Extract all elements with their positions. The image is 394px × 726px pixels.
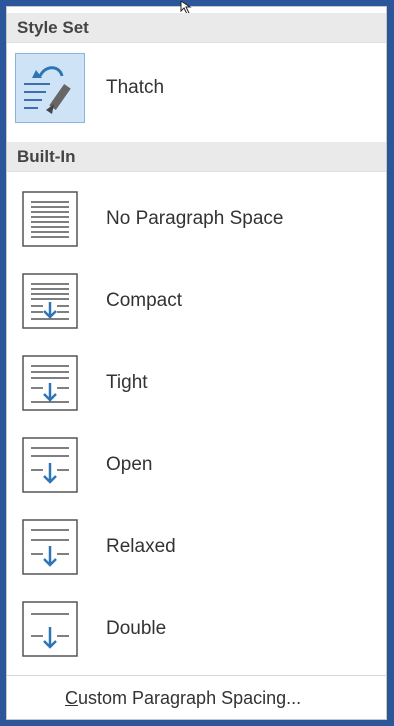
built-in-header: Built-In bbox=[7, 142, 386, 172]
menu-item-label: No Paragraph Space bbox=[106, 208, 284, 229]
menu-item-relaxed[interactable]: Relaxed bbox=[7, 506, 386, 588]
style-set-header: Style Set bbox=[7, 13, 386, 43]
menu-item-label: Thatch bbox=[106, 77, 165, 98]
menu-item-label: Double bbox=[106, 618, 167, 639]
menu-item-label: Compact bbox=[106, 290, 183, 311]
menu-item-label: Open bbox=[106, 454, 153, 475]
menu-item-compact[interactable]: Compact bbox=[7, 260, 386, 342]
menu-item-label: Tight bbox=[106, 372, 148, 393]
custom-paragraph-spacing-button[interactable]: Custom Paragraph Spacing... bbox=[7, 676, 386, 720]
open-spacing-icon bbox=[15, 430, 85, 500]
menu-item-no-paragraph-space[interactable]: No Paragraph Space bbox=[7, 178, 386, 260]
menu-item-label: Relaxed bbox=[106, 536, 176, 557]
custom-paragraph-spacing-label: ustom Paragraph Spacing... bbox=[78, 688, 302, 708]
relaxed-spacing-icon bbox=[15, 512, 85, 582]
menu-item-double[interactable]: Double bbox=[7, 588, 386, 670]
tight-spacing-icon bbox=[15, 348, 85, 418]
no-paragraph-space-icon bbox=[15, 184, 85, 254]
menu-item-thatch[interactable]: Thatch bbox=[7, 47, 386, 129]
menu-item-open[interactable]: Open bbox=[7, 424, 386, 506]
menu-item-tight[interactable]: Tight bbox=[7, 342, 386, 424]
double-spacing-icon bbox=[15, 594, 85, 664]
thatch-paintbrush-icon bbox=[15, 53, 85, 123]
compact-spacing-icon bbox=[15, 266, 85, 336]
paragraph-spacing-menu: Style Set Thatch Built-In No Paragraph S… bbox=[6, 1, 387, 720]
access-key-letter: C bbox=[65, 688, 78, 708]
